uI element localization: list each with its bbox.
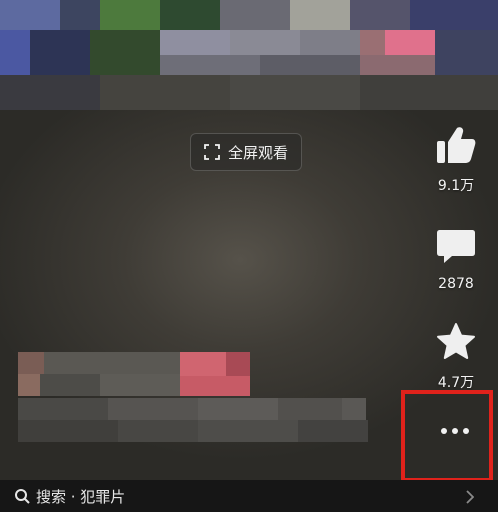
more-icon [440,420,470,439]
thumbs-up-icon [435,125,477,169]
star-icon [436,322,476,366]
favorite-count: 4.7万 [437,375,475,391]
comment-count: 2878 [438,276,474,292]
comment-button[interactable]: 2878 [416,228,496,292]
fullscreen-label: 全屏观看 [227,143,288,162]
video-screen: 全屏观看 9.1万 2878 4.7万 搜索 · 犯罪片 [0,0,498,512]
favorite-button[interactable]: 4.7万 [416,322,496,392]
like-button[interactable]: 9.1万 [416,125,496,195]
search-icon [14,488,30,504]
like-count: 9.1万 [437,178,475,194]
video-mosaic-top [0,0,498,110]
chevron-right-icon [466,489,475,508]
more-button[interactable] [430,414,480,444]
comment-icon [436,228,476,270]
search-suggestion-text: 搜索 · 犯罪片 [36,487,126,506]
fullscreen-icon [204,144,220,160]
fullscreen-button[interactable]: 全屏观看 [190,133,302,171]
search-suggestion-bar[interactable]: 搜索 · 犯罪片 [0,480,498,512]
video-mosaic-bottom [0,350,380,450]
